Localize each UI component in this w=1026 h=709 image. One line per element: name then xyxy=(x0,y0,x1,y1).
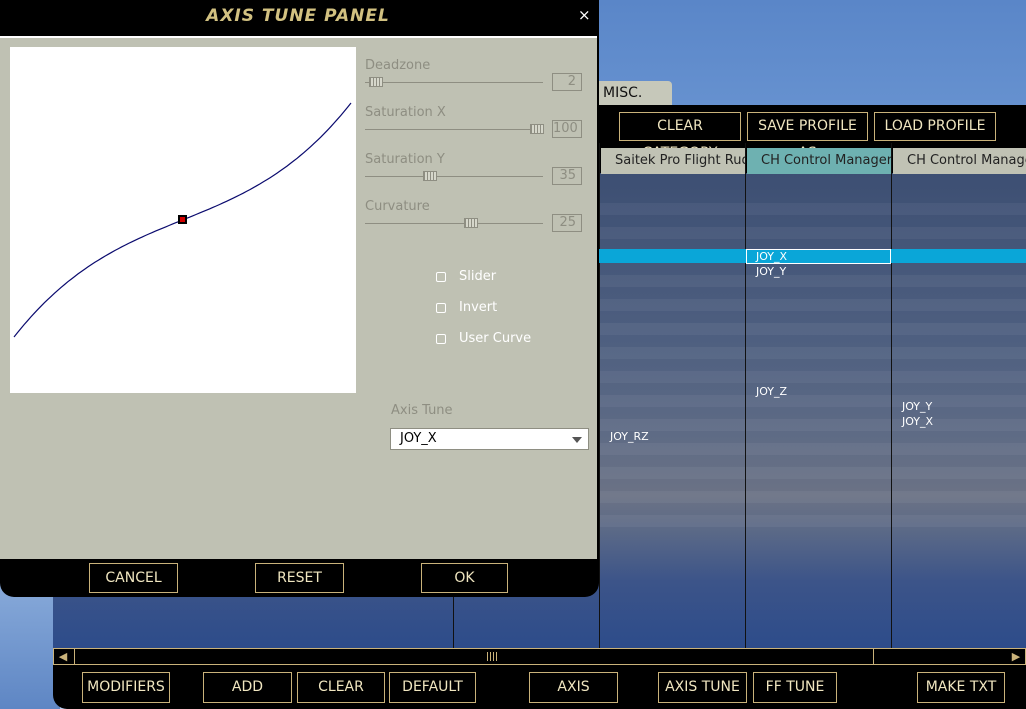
axis-tune-button[interactable]: AXIS TUNE xyxy=(658,672,747,703)
table-cell[interactable]: JOY_X xyxy=(902,415,933,428)
axis-tune-dialog: AXIS TUNE PANEL × Deadzone 2 Saturation … xyxy=(0,0,599,597)
default-button[interactable]: DEFAULT xyxy=(389,672,476,703)
response-curve-svg xyxy=(13,102,352,338)
axis-tune-label: Axis Tune xyxy=(391,403,453,418)
add-button[interactable]: ADD xyxy=(203,672,292,703)
chevron-down-icon[interactable] xyxy=(572,437,582,443)
user-curve-checkbox-label: User Curve xyxy=(459,331,532,346)
saturation-x-value[interactable]: 100 xyxy=(552,120,582,138)
table-cell[interactable]: JOY_Z xyxy=(756,385,787,398)
axis-select-dropdown[interactable]: JOY_X xyxy=(390,428,589,450)
column-header-ch-control-2[interactable]: CH Control Manager xyxy=(893,148,1026,174)
ok-button[interactable]: OK xyxy=(421,563,508,593)
curvature-slider-thumb[interactable] xyxy=(464,218,479,228)
column-header-saitek[interactable]: Saitek Pro Flight Rudder xyxy=(601,148,746,174)
deadzone-label: Deadzone xyxy=(365,58,431,73)
clear-button[interactable]: CLEAR xyxy=(297,672,385,703)
save-profile-as-button[interactable]: SAVE PROFILE AS xyxy=(747,112,868,161)
response-curve-plot xyxy=(10,47,356,393)
invert-checkbox-label: Invert xyxy=(459,300,498,315)
scrollbar-track[interactable] xyxy=(74,649,874,664)
modifiers-button[interactable]: MODIFIERS xyxy=(82,672,170,703)
saturation-y-slider-track[interactable] xyxy=(365,176,543,177)
saturation-x-label: Saturation X xyxy=(365,105,446,120)
slider-checkbox-label: Slider xyxy=(459,269,497,284)
dialog-title: AXIS TUNE PANEL xyxy=(206,6,390,26)
saturation-x-slider-track[interactable] xyxy=(365,129,543,130)
curvature-label: Curvature xyxy=(365,199,430,214)
table-cell[interactable]: JOY_X xyxy=(756,250,787,263)
deadzone-value[interactable]: 2 xyxy=(552,73,582,91)
dialog-body xyxy=(0,38,597,559)
column-header-ch-control-1[interactable]: CH Control Manager xyxy=(747,148,891,174)
load-profile-button[interactable]: LOAD PROFILE xyxy=(874,112,996,141)
tab-misc[interactable]: MISC. xyxy=(595,81,672,106)
saturation-x-slider-thumb[interactable] xyxy=(530,124,544,134)
slider-checkbox[interactable] xyxy=(436,272,446,282)
reset-button[interactable]: RESET xyxy=(255,563,344,593)
user-curve-checkbox[interactable] xyxy=(436,334,446,344)
curve-position-marker-fill xyxy=(180,217,185,222)
table-cell[interactable]: JOY_RZ xyxy=(610,430,649,443)
curvature-value[interactable]: 25 xyxy=(552,214,582,232)
ff-tune-button[interactable]: FF TUNE xyxy=(753,672,837,703)
make-txt-button[interactable]: MAKE TXT xyxy=(917,672,1005,703)
saturation-y-label: Saturation Y xyxy=(365,152,445,167)
axis-select-value: JOY_X xyxy=(400,431,437,446)
deadzone-slider-thumb[interactable] xyxy=(369,77,384,87)
scroll-left-icon[interactable]: ◀ xyxy=(54,649,72,664)
saturation-y-value[interactable]: 35 xyxy=(552,167,582,185)
saturation-y-slider-thumb[interactable] xyxy=(423,171,438,181)
cancel-button[interactable]: CANCEL xyxy=(89,563,178,593)
table-cell[interactable]: JOY_Y xyxy=(902,400,932,413)
axis-assign-button[interactable]: AXIS ASSIGN xyxy=(529,672,618,709)
deadzone-slider-track[interactable] xyxy=(365,82,543,83)
horizontal-scrollbar[interactable]: ◀ ▶ xyxy=(53,648,1026,665)
invert-checkbox[interactable] xyxy=(436,303,446,313)
table-cell[interactable]: JOY_Y xyxy=(756,265,786,278)
curvature-slider-track[interactable] xyxy=(365,223,543,224)
scrollbar-grip-icon[interactable] xyxy=(487,652,497,661)
close-icon[interactable]: × xyxy=(578,6,591,24)
scroll-right-icon[interactable]: ▶ xyxy=(1007,649,1025,664)
clear-category-button[interactable]: CLEAR CATEGORY xyxy=(619,112,741,161)
